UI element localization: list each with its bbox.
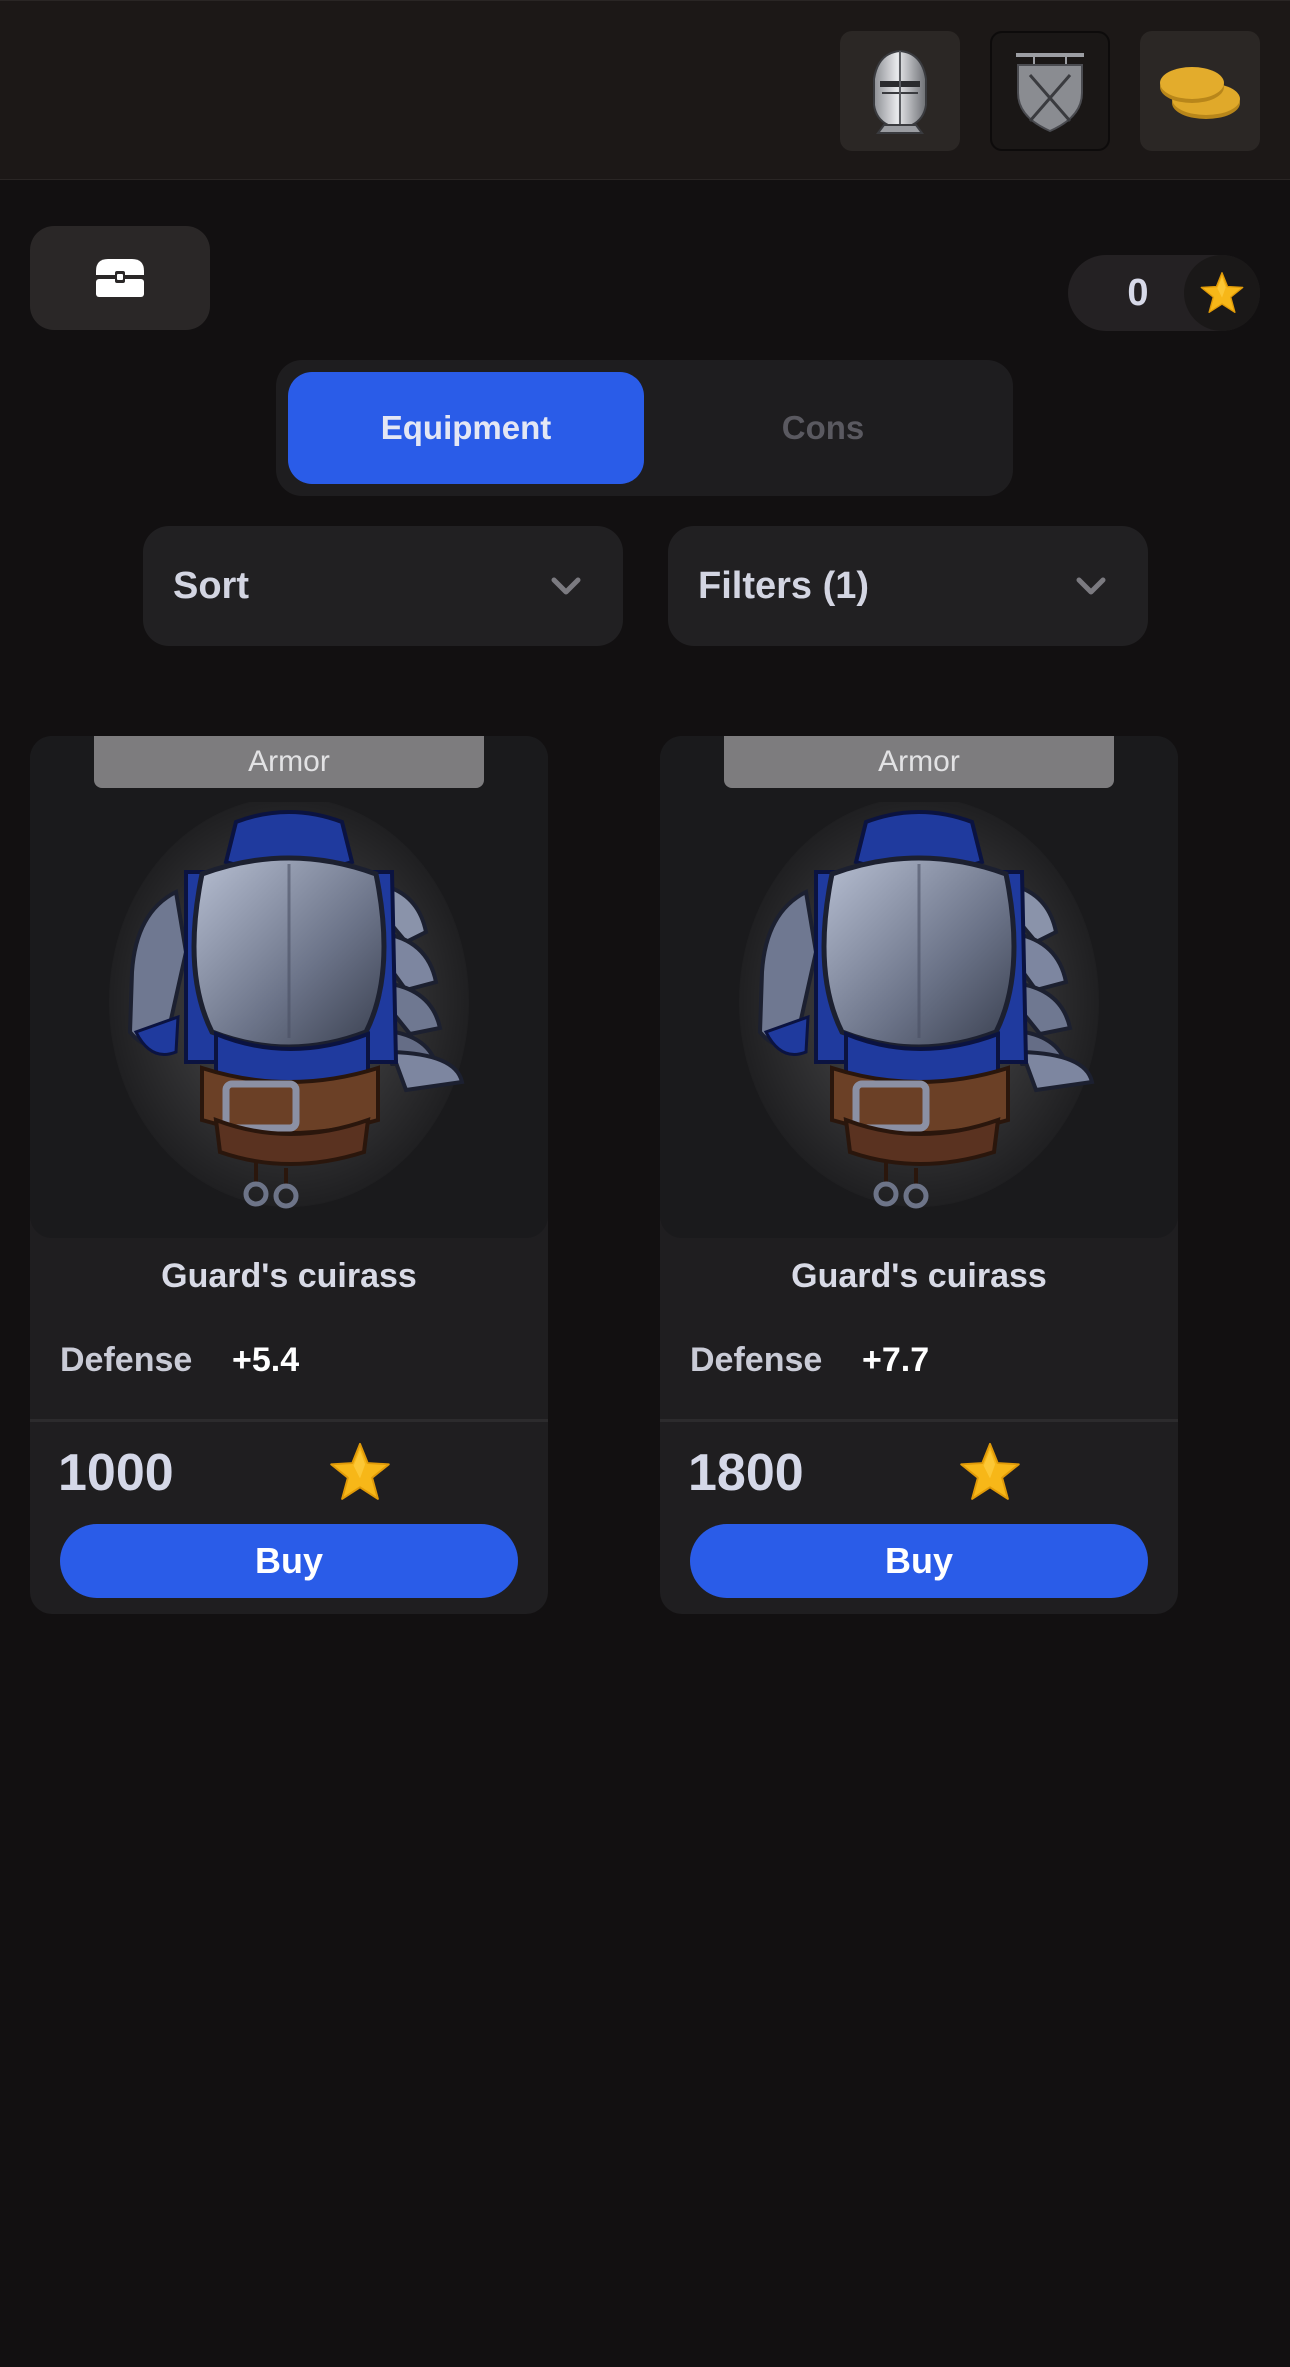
category-tag: Armor — [94, 736, 484, 788]
character-button[interactable] — [840, 31, 960, 151]
product-card[interactable]: Armor Guard's cuirass Defense +7.7 1800 … — [660, 736, 1178, 1614]
tab-consumables[interactable]: Cons — [645, 372, 1001, 484]
inventory-button[interactable] — [30, 226, 210, 330]
shop-sign-icon — [1016, 53, 1084, 133]
product-name: Guard's cuirass — [791, 1256, 1047, 1295]
category-tabs: Equipment Cons — [276, 360, 1013, 496]
buy-button[interactable]: Buy — [690, 1524, 1148, 1598]
buy-button[interactable]: Buy — [60, 1524, 518, 1598]
product-price: 1000 — [58, 1444, 174, 1502]
chevron-down-icon — [1076, 577, 1106, 595]
star-balance: 0 — [1068, 255, 1260, 331]
top-bar — [0, 0, 1290, 180]
sort-dropdown[interactable]: Sort — [143, 526, 623, 646]
chest-icon — [96, 259, 144, 297]
stat-value: +7.7 — [862, 1340, 930, 1379]
filters-dropdown[interactable]: Filters (1) — [668, 526, 1148, 646]
shop-button[interactable] — [990, 31, 1110, 151]
stat-value: +5.4 — [232, 1340, 300, 1379]
star-icon — [958, 1440, 1022, 1504]
stat-label: Defense — [690, 1340, 823, 1379]
cuirass-image — [736, 802, 1102, 1218]
chevron-down-icon — [551, 577, 581, 595]
coins-icon — [1160, 67, 1240, 119]
product-price: 1800 — [688, 1444, 804, 1502]
tab-equipment[interactable]: Equipment — [288, 372, 644, 484]
sort-label: Sort — [173, 564, 249, 607]
balance-star-badge — [1184, 255, 1260, 331]
divider — [660, 1419, 1178, 1422]
product-name: Guard's cuirass — [161, 1256, 417, 1295]
star-icon — [1199, 270, 1245, 316]
category-tag: Armor — [724, 736, 1114, 788]
divider — [30, 1419, 548, 1422]
product-card[interactable]: Armor Guard's cuirass Defense +5.4 1000 … — [30, 736, 548, 1614]
stat-label: Defense — [60, 1340, 193, 1379]
coins-button[interactable] — [1140, 31, 1260, 151]
knight-helmet-icon — [873, 49, 927, 134]
product-image-area: Armor — [30, 736, 548, 1238]
product-image-area: Armor — [660, 736, 1178, 1238]
filters-label: Filters (1) — [698, 564, 870, 607]
star-icon — [328, 1440, 392, 1504]
cuirass-image — [106, 802, 472, 1218]
